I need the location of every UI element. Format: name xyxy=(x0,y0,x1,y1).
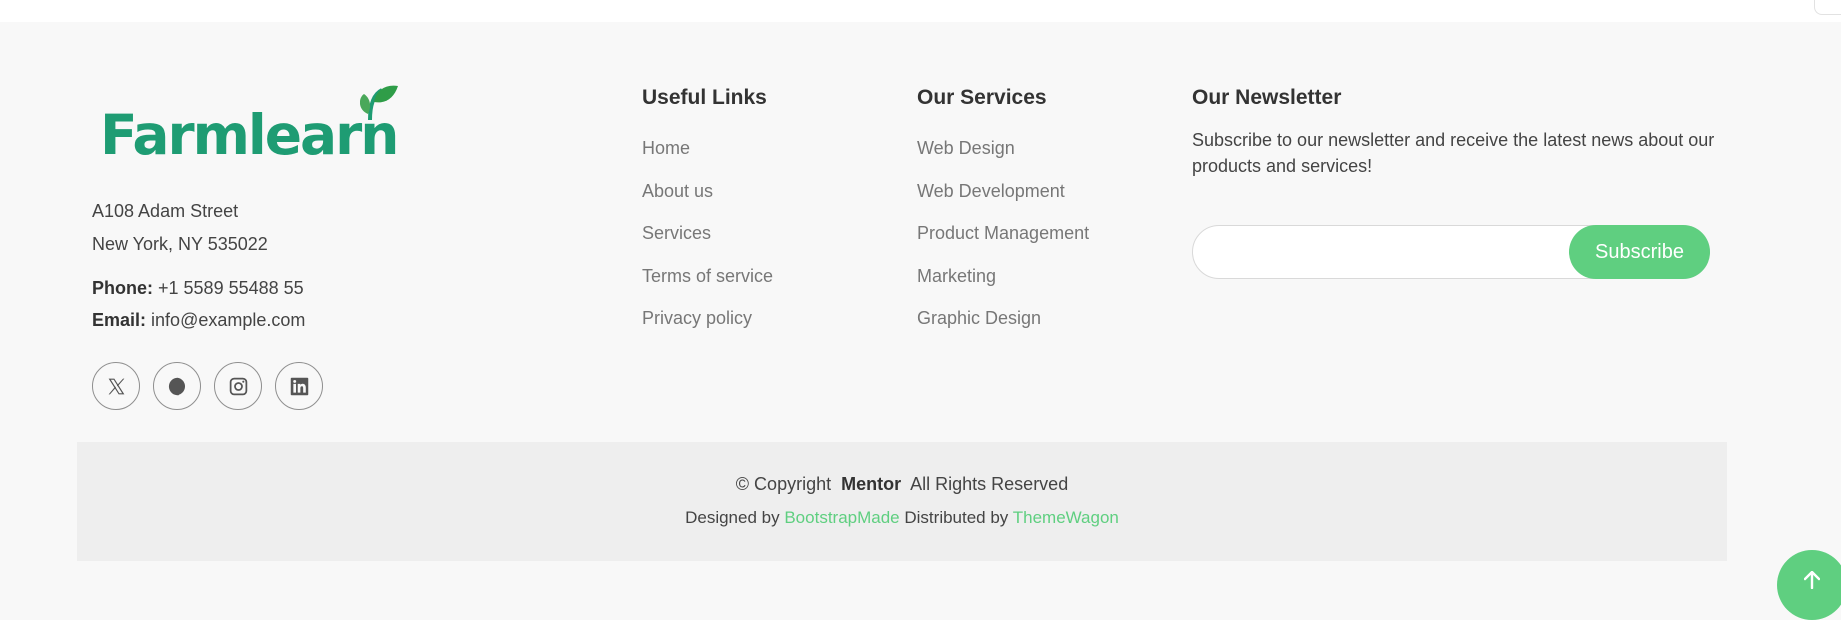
address-line-2: New York, NY 535022 xyxy=(92,234,268,254)
designed-by-label: Designed by xyxy=(685,508,780,527)
link-privacy-policy[interactable]: Privacy policy xyxy=(642,297,773,340)
useful-links-column: Useful Links Home About us Services Term… xyxy=(642,84,773,340)
distributor-link[interactable]: ThemeWagon xyxy=(1013,508,1119,527)
newsletter-form: Subscribe xyxy=(1192,225,1710,279)
email-value: info@example.com xyxy=(151,310,306,330)
copyright-site-name: Mentor xyxy=(841,474,902,494)
link-about-us[interactable]: About us xyxy=(642,170,773,213)
instagram-social-button[interactable] xyxy=(214,362,262,410)
services-title: Our Services xyxy=(917,86,1047,109)
x-social-button[interactable] xyxy=(92,362,140,410)
facebook-social-button[interactable] xyxy=(153,362,201,410)
linkedin-icon xyxy=(290,377,308,395)
copyright-suffix: All Rights Reserved xyxy=(910,474,1069,494)
service-marketing[interactable]: Marketing xyxy=(917,255,1089,298)
phone-row: Phone: +1 5589 55488 55 xyxy=(92,272,305,304)
newsletter-column: Our Newsletter Subscribe to our newslett… xyxy=(1192,84,1722,179)
phone-label: Phone: xyxy=(92,278,153,298)
copyright-line: © Copyright Mentor All Rights Reserved xyxy=(77,474,1727,495)
logo-text: Farmlearn xyxy=(100,103,399,167)
service-web-design[interactable]: Web Design xyxy=(917,127,1089,170)
service-web-development[interactable]: Web Development xyxy=(917,170,1089,213)
arrow-up-icon xyxy=(1804,571,1820,589)
email-label: Email: xyxy=(92,310,147,330)
designer-link[interactable]: BootstrapMade xyxy=(784,508,899,527)
link-home[interactable]: Home xyxy=(642,127,773,170)
credits-line: Designed by BootstrapMade Distributed by… xyxy=(77,508,1727,528)
page-top-strip xyxy=(0,0,1841,22)
link-services[interactable]: Services xyxy=(642,212,773,255)
services-list: Web Design Web Development Product Manag… xyxy=(917,127,1089,340)
linkedin-social-button[interactable] xyxy=(275,362,323,410)
address: A108 Adam Street New York, NY 535022 xyxy=(92,195,268,261)
address-line-1: A108 Adam Street xyxy=(92,201,239,221)
subscribe-button[interactable]: Subscribe xyxy=(1569,225,1710,279)
useful-links-list: Home About us Services Terms of service … xyxy=(642,127,773,340)
scroll-top-button[interactable] xyxy=(1777,550,1841,620)
newsletter-description: Subscribe to our newsletter and receive … xyxy=(1192,130,1715,176)
link-terms-of-service[interactable]: Terms of service xyxy=(642,255,773,298)
social-links xyxy=(92,362,323,410)
email-row: Email: info@example.com xyxy=(92,304,305,336)
instagram-icon xyxy=(229,377,247,395)
service-graphic-design[interactable]: Graphic Design xyxy=(917,297,1089,340)
copyright-bar: © Copyright Mentor All Rights Reserved D… xyxy=(77,442,1727,561)
newsletter-title: Our Newsletter xyxy=(1192,86,1342,109)
contact-info: Phone: +1 5589 55488 55 Email: info@exam… xyxy=(92,272,305,336)
farmlearn-logo[interactable]: Farmlearn xyxy=(100,84,400,170)
copyright-prefix: © Copyright xyxy=(735,474,832,494)
facebook-icon xyxy=(168,377,185,395)
service-product-management[interactable]: Product Management xyxy=(917,212,1089,255)
phone-value: +1 5589 55488 55 xyxy=(158,278,304,298)
distributed-by-label: Distributed by xyxy=(904,508,1009,527)
x-icon xyxy=(108,378,124,394)
leaf-icon xyxy=(360,85,398,120)
services-column: Our Services Web Design Web Development … xyxy=(917,84,1089,340)
scrollbar-corner xyxy=(1814,0,1841,15)
useful-links-title: Useful Links xyxy=(642,86,767,109)
